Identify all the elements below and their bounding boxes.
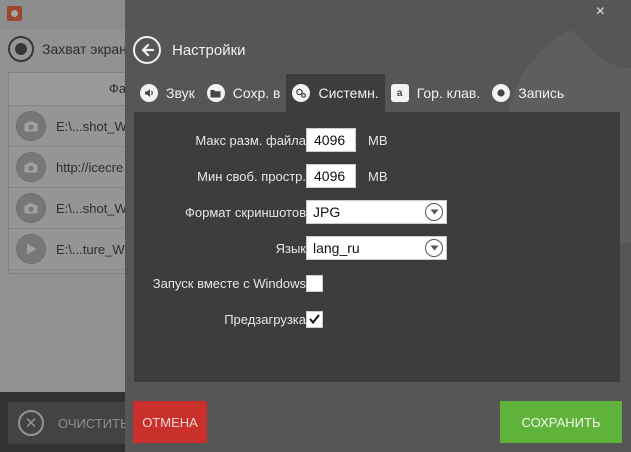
record-icon xyxy=(492,84,511,102)
language-row: Язык lang_ru xyxy=(134,235,620,261)
language-select[interactable]: lang_ru xyxy=(306,236,447,260)
screenshot-format-row: Формат скриншотов JPG xyxy=(134,199,620,225)
hotkey-icon: a xyxy=(390,84,409,102)
settings-tabs: Звук Сохр. в Системн. a Гор. клав. Запис… xyxy=(134,74,570,112)
tab-hotkeys[interactable]: a Гор. клав. xyxy=(385,74,487,112)
start-with-windows-checkbox[interactable] xyxy=(306,274,323,292)
max-file-size-row: Макс разм. файла 4096 MB xyxy=(134,127,620,153)
back-button[interactable] xyxy=(133,36,161,64)
arrow-left-icon xyxy=(141,43,154,57)
folder-icon xyxy=(206,84,225,102)
preload-label: Предзагрузка xyxy=(224,311,306,327)
tab-sound[interactable]: Звук xyxy=(134,74,201,112)
language-value: lang_ru xyxy=(313,240,360,256)
close-button[interactable]: × xyxy=(596,4,605,20)
checkmark-icon xyxy=(309,314,320,324)
preload-checkbox[interactable] xyxy=(306,310,323,328)
max-file-size-label: Макс разм. файла xyxy=(195,132,306,148)
language-label: Язык xyxy=(275,240,306,256)
max-file-size-input[interactable]: 4096 xyxy=(306,128,356,152)
tab-label: Запись xyxy=(518,85,565,101)
modal-dim-overlay xyxy=(0,0,125,452)
system-settings-content: Макс разм. файла 4096 MB Мин своб. прост… xyxy=(134,112,620,382)
min-free-space-label: Мин своб. простр. xyxy=(197,168,306,184)
screenshot-format-select[interactable]: JPG xyxy=(306,200,447,224)
tab-label: Гор. клав. xyxy=(416,85,481,101)
screenshot-format-label: Формат скриншотов xyxy=(185,204,306,220)
start-with-windows-label: Запуск вместе с Windows xyxy=(152,275,306,291)
tab-save-to[interactable]: Сохр. в xyxy=(201,74,287,112)
gears-icon xyxy=(292,84,311,102)
tab-label: Звук xyxy=(166,85,195,101)
min-free-space-unit: MB xyxy=(368,168,388,184)
speaker-icon xyxy=(140,84,158,102)
page-title: Настройки xyxy=(172,42,246,59)
settings-panel: × Настройки Звук Сохр. в Системн. a Гор.… xyxy=(125,0,631,452)
tab-label: Сохр. в xyxy=(232,85,281,101)
max-file-size-unit: MB xyxy=(368,132,388,148)
save-button[interactable]: СОХРАНИТЬ xyxy=(500,401,622,443)
min-free-space-input[interactable]: 4096 xyxy=(306,164,356,188)
screenshot-format-value: JPG xyxy=(313,204,341,220)
start-with-windows-row: Запуск вместе с Windows xyxy=(134,270,620,296)
chevron-down-icon xyxy=(425,239,443,257)
tab-label: Системн. xyxy=(318,85,379,101)
tab-system[interactable]: Системн. xyxy=(286,74,385,112)
cancel-button[interactable]: ОТМЕНА xyxy=(133,401,207,443)
chevron-down-icon xyxy=(425,203,443,221)
tab-recording[interactable]: Запись xyxy=(486,74,570,112)
min-free-space-row: Мин своб. простр. 4096 MB xyxy=(134,163,620,189)
preload-row: Предзагрузка xyxy=(134,306,620,332)
